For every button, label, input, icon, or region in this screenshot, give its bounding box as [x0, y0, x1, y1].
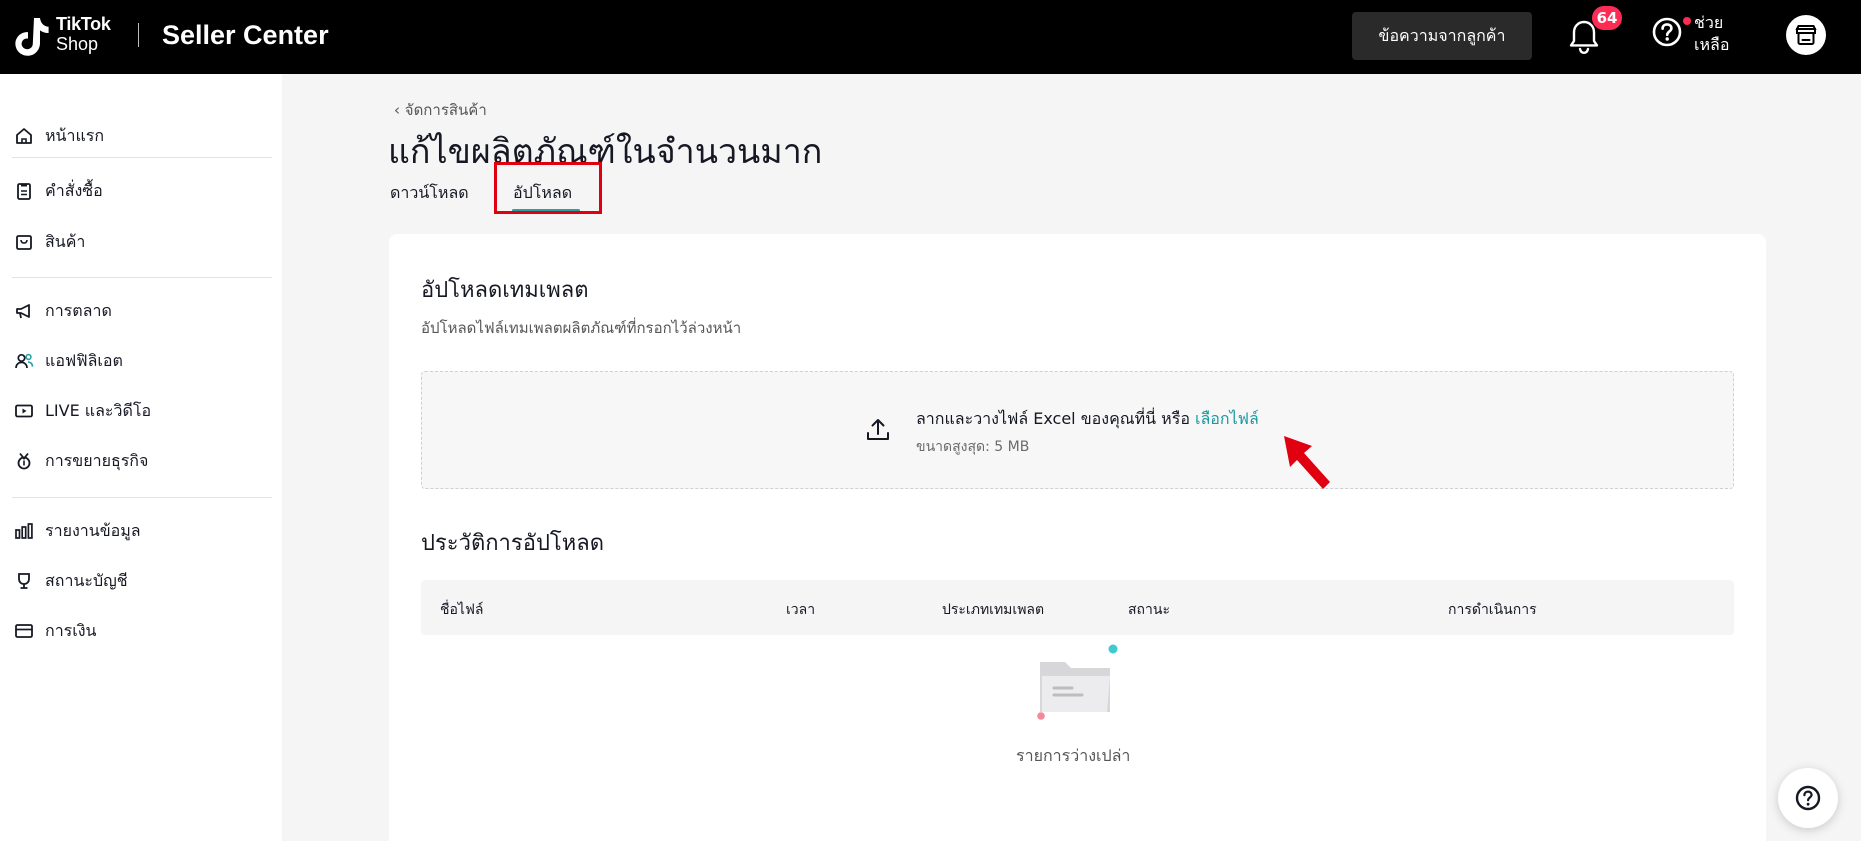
- customer-messages-button[interactable]: ข้อความจากลูกค้า: [1352, 12, 1532, 60]
- help-label[interactable]: ช่วยเหลือ: [1694, 12, 1754, 56]
- clipboard-icon: [17, 183, 31, 200]
- sidebar-divider: [12, 157, 272, 158]
- column-header-template-type: ประเภทเทมเพลต: [942, 602, 1045, 618]
- sidebar-divider: [12, 497, 272, 498]
- wallet-icon: [15, 624, 33, 638]
- sidebar-item-label: หน้าแรก: [45, 125, 105, 145]
- help-notification-dot: [1683, 17, 1691, 25]
- annotation-highlight-box: [494, 162, 602, 214]
- live-video-icon: [15, 404, 33, 418]
- brand-shop-text: Shop: [56, 34, 99, 54]
- page-title: แก้ไขผลิตภัณฑ์ในจำนวนมาก: [388, 132, 823, 172]
- top-bar: TikTok Shop Seller Center ข้อความจากลูกค…: [0, 0, 1861, 74]
- column-header-time: เวลา: [786, 602, 816, 618]
- app-title[interactable]: Seller Center: [162, 20, 329, 51]
- column-header-filename: ชื่อไฟล์: [440, 602, 484, 618]
- product-box-icon: [16, 235, 32, 250]
- column-header-status: สถานะ: [1128, 602, 1170, 618]
- upload-section-title: อัปโหลดเทมเพลต: [421, 278, 589, 303]
- tab-download[interactable]: ดาวน์โหลด: [390, 181, 469, 206]
- empty-folder-icon: [1037, 644, 1118, 720]
- notification-count-badge: 64: [1592, 6, 1622, 30]
- dropzone-text: ลากและวางไฟล์ Excel ของคุณที่นี่ หรือ: [916, 409, 1196, 428]
- sidebar-item-label: สินค้า: [45, 231, 86, 251]
- sidebar-item-orders[interactable]: คำสั่งซื้อ: [14, 176, 103, 206]
- store-icon: [1795, 25, 1817, 45]
- help-icon[interactable]: [1651, 16, 1683, 48]
- shop-avatar[interactable]: [1786, 15, 1826, 55]
- bar-chart-icon: [15, 523, 33, 539]
- history-table-header: [421, 580, 1734, 635]
- dropzone-instructions: ลากและวางไฟล์ Excel ของคุณที่นี่ หรือ เล…: [916, 407, 1259, 432]
- sidebar-item-account-status[interactable]: สถานะบัญชี: [14, 566, 128, 596]
- brand-divider: [138, 23, 139, 47]
- sidebar-item-label: สถานะบัญชี: [45, 570, 128, 590]
- home-icon: [16, 128, 32, 144]
- chevron-left-icon: ‹: [394, 101, 405, 119]
- tiktok-logo-icon[interactable]: [12, 14, 52, 58]
- sidebar: หน้าแรก คำสั่งซื้อ สินค้า การตลาด แอฟฟิล…: [0, 74, 282, 841]
- megaphone-icon: [16, 304, 30, 319]
- sidebar-item-home[interactable]: หน้าแรก: [14, 121, 104, 151]
- max-file-size: ขนาดสูงสุด: 5 MB: [916, 439, 1030, 455]
- upload-icon: [867, 419, 889, 440]
- floating-help-button[interactable]: [1778, 768, 1838, 828]
- sidebar-item-business-growth[interactable]: การขยายธุรกิจ: [14, 446, 148, 476]
- sidebar-divider: [12, 277, 272, 278]
- sidebar-item-products[interactable]: สินค้า: [14, 227, 85, 257]
- column-header-actions: การดำเนินการ: [1448, 602, 1537, 618]
- sidebar-item-label: คำสั่งซื้อ: [45, 180, 103, 200]
- people-icon: [15, 353, 34, 369]
- annotation-arrow-icon: [1284, 436, 1330, 489]
- question-icon: [1795, 785, 1821, 811]
- sidebar-item-label: LIVE และวิดีโอ: [45, 400, 152, 420]
- upload-section-description: อัปโหลดไฟล์เทมเพลตผลิตภัณฑ์ที่กรอกไว้ล่ว…: [421, 319, 742, 337]
- empty-state-text: รายการว่างเปล่า: [1016, 746, 1131, 765]
- back-link[interactable]: ‹ จัดการสินค้า: [394, 98, 487, 122]
- back-link-label: จัดการสินค้า: [404, 101, 487, 119]
- sidebar-item-label: การตลาด: [45, 300, 112, 320]
- sidebar-item-data-reports[interactable]: รายงานข้อมูล: [14, 516, 141, 546]
- sidebar-item-label: การเงิน: [45, 620, 97, 640]
- sidebar-item-live-video[interactable]: LIVE และวิดีโอ: [14, 396, 151, 426]
- medal-icon: [17, 452, 31, 470]
- sidebar-item-label: รายงานข้อมูล: [45, 520, 141, 540]
- brand-tiktok-text: TikTok: [56, 14, 111, 34]
- select-file-link[interactable]: เลือกไฟล์: [1195, 409, 1259, 428]
- sidebar-item-affiliate[interactable]: แอฟฟิลิเอต: [14, 346, 123, 376]
- sidebar-item-marketing[interactable]: การตลาด: [14, 296, 112, 326]
- sidebar-item-finance[interactable]: การเงิน: [14, 616, 96, 646]
- sidebar-item-label: การขยายธุรกิจ: [45, 450, 149, 470]
- upload-history-title: ประวัติการอัปโหลด: [421, 531, 604, 556]
- sidebar-item-label: แอฟฟิลิเอต: [45, 350, 123, 370]
- trophy-icon: [18, 573, 30, 589]
